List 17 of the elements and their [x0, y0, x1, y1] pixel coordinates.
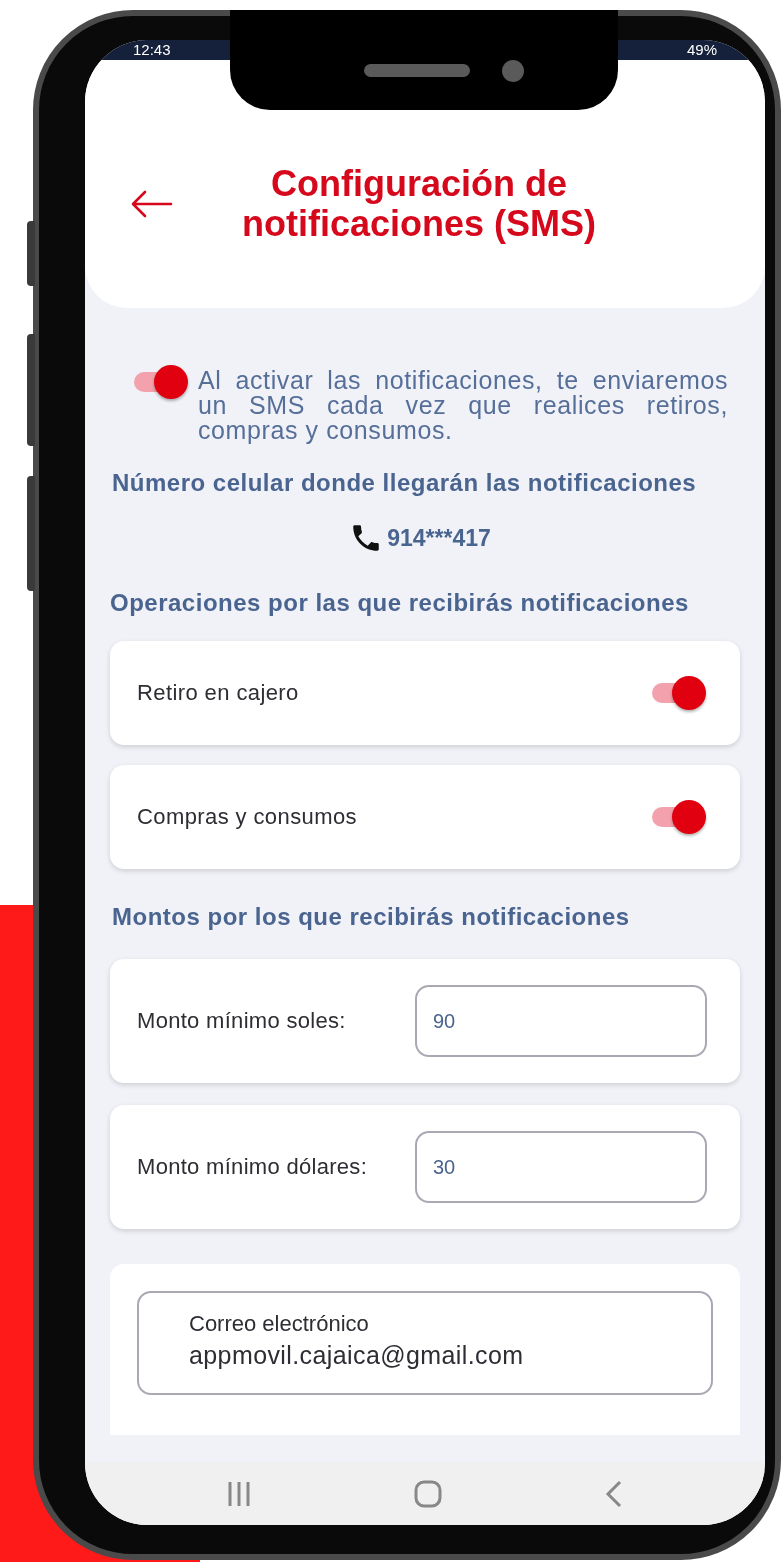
field-label: Monto mínimo soles:	[137, 1008, 347, 1034]
description-text: Al activar las notificaciones, te enviaremos un SMS cada vez que realices retiros, compras y consumos.	[198, 368, 728, 443]
section-heading: Montos por los que recibirás notificaciones	[112, 903, 631, 931]
section-heading: Número celular donde llegarán las notificaciones	[112, 469, 698, 497]
status-time: 12:43	[133, 42, 171, 58]
email-field[interactable]: Correo electrónico appmovil.cajaica@gmail.com	[137, 1291, 713, 1395]
field-label: Monto mínimo dólares:	[137, 1154, 369, 1180]
back-arrow-icon[interactable]	[129, 189, 173, 219]
setting-label: Compras y consumos	[137, 804, 358, 830]
input-field[interactable]: 90	[415, 985, 707, 1057]
battery-level: 49%	[686, 42, 717, 58]
phone-number: 914***417	[387, 524, 491, 552]
home-icon[interactable]	[413, 1478, 443, 1509]
section-heading: Operaciones por las que recibirás notificaciones	[110, 589, 690, 617]
input-field[interactable]: 30	[415, 1131, 707, 1203]
setting-label: Retiro en cajero	[137, 680, 300, 706]
page-title: Configuración de notificaciones (SMS)	[240, 164, 597, 244]
